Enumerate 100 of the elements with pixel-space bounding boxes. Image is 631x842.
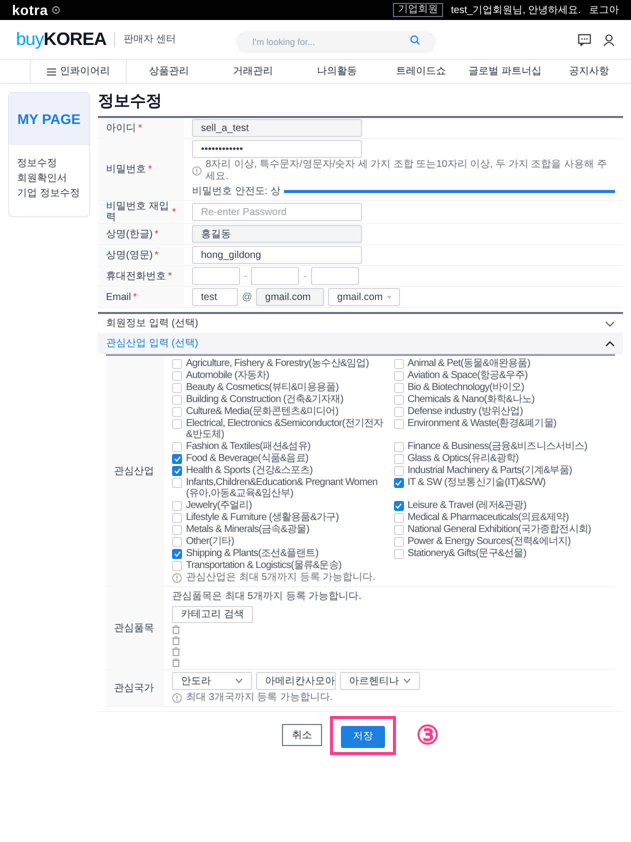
dash-text: -: [303, 270, 307, 284]
checkbox[interactable]: [172, 383, 182, 393]
chevron-down-icon: [403, 678, 411, 684]
checkbox[interactable]: [394, 501, 404, 511]
strength-label: 비밀번호 안전도: 상: [192, 185, 280, 199]
field-label: 관심산업: [114, 466, 154, 476]
input-field[interactable]: Re-enter Password: [192, 203, 362, 221]
chevron-down-icon: [605, 320, 615, 328]
field-label: 휴대전화번호: [106, 270, 166, 282]
field-label: Email: [106, 292, 132, 302]
nav-link[interactable]: 상품관리: [127, 64, 211, 79]
input-field[interactable]: sell_a_test: [192, 119, 362, 137]
required-mark: *: [168, 270, 172, 282]
checkbox[interactable]: [394, 442, 404, 452]
required-mark: *: [154, 228, 159, 240]
input-field[interactable]: [192, 267, 240, 285]
checkbox[interactable]: [172, 466, 182, 476]
sidebar-link[interactable]: 회원확인서: [17, 172, 81, 185]
greeting-text: test_기업회원님, 안녕하세요.: [450, 4, 581, 18]
check-icon: [174, 551, 180, 557]
checkbox[interactable]: [172, 359, 182, 369]
checkbox-label: Stationery& Gifts(문구&선물): [408, 548, 526, 559]
nav-link[interactable]: 나의활동: [295, 64, 379, 79]
trash-icon: [172, 636, 180, 645]
input-field[interactable]: [310, 267, 359, 285]
checkbox-label: Aviation & Space(항공&우주): [408, 370, 528, 381]
dropdown[interactable]: gmail.com: [328, 288, 400, 306]
nav-link[interactable]: 글로벌 파트너십: [463, 64, 547, 79]
nav-link[interactable]: 트레이드쇼: [379, 64, 463, 79]
accordion-header[interactable]: 관심산업 입력 (선택): [98, 334, 623, 354]
checkbox[interactable]: [394, 371, 404, 381]
cancel-button[interactable]: 취소: [282, 724, 322, 746]
hint-text: 8자리 이상, 특수문자/영문자/숫자 세 가지 조합 또는10자리 이상, 두 가지 조합을 사용해 주세요.: [206, 159, 608, 183]
checkbox[interactable]: [394, 549, 404, 559]
checkbox[interactable]: [394, 359, 404, 369]
check-icon: [395, 503, 402, 509]
at-sign: @: [242, 290, 252, 304]
member-badge: 기업회원: [392, 3, 443, 17]
info-icon: [192, 166, 202, 176]
nav-link[interactable]: 공지사항: [547, 64, 631, 79]
checkbox[interactable]: [172, 371, 182, 381]
required-mark: *: [172, 206, 176, 218]
input-field[interactable]: hong_gildong: [192, 246, 362, 264]
field-label: 관심국가: [114, 682, 154, 694]
checkbox[interactable]: [394, 395, 404, 405]
checkbox[interactable]: [172, 395, 182, 405]
checkbox[interactable]: [172, 537, 182, 547]
checkbox[interactable]: [172, 419, 182, 429]
input-field[interactable]: [251, 267, 300, 285]
checkbox[interactable]: [394, 478, 404, 488]
dropdown[interactable]: 안도라: [172, 672, 252, 690]
checkbox[interactable]: [394, 537, 404, 547]
hint-text: 관심품목은 최대 5개까지 등록 가능합니다.: [172, 590, 362, 604]
search-field[interactable]: I'm looking for...: [236, 30, 436, 52]
required-mark: *: [154, 250, 159, 260]
checkbox[interactable]: [172, 407, 182, 417]
save-button[interactable]: 저장: [341, 726, 385, 748]
checkbox-label: Lifestyle & Furniture (생활용품&가구): [186, 512, 339, 523]
checkbox[interactable]: [394, 466, 404, 476]
sidebar-title: MY PAGE: [17, 110, 81, 128]
page-title: 정보수정: [98, 92, 163, 112]
dropdown[interactable]: 아메리칸사모아: [256, 672, 336, 690]
checkbox[interactable]: [172, 561, 182, 571]
checkbox-label: Infants,Children&Education& Pregnant Women (유아,아동&교육&임산부): [186, 477, 378, 499]
menu-button[interactable]: 인콰이어리: [30, 60, 127, 83]
checkbox-label: Culture& Media(문화콘텐츠&미디어): [186, 406, 338, 417]
password-field[interactable]: ••••••••••••: [192, 140, 362, 158]
checkbox[interactable]: [394, 419, 404, 429]
check-icon: [395, 480, 402, 486]
sidebar-link[interactable]: 정보수정: [17, 157, 81, 170]
checkbox[interactable]: [394, 407, 404, 417]
checkbox[interactable]: [172, 513, 182, 523]
checkbox[interactable]: [172, 525, 182, 535]
checkbox[interactable]: [394, 513, 404, 523]
nav-link[interactable]: 거래관리: [211, 64, 295, 79]
checkbox[interactable]: [172, 549, 182, 559]
field-label: 상명(한글): [106, 228, 153, 240]
checkbox[interactable]: [172, 478, 182, 488]
field-label: 비밀번호 재입력: [106, 201, 170, 223]
dropdown[interactable]: 아르헨티나: [340, 672, 420, 690]
checkbox[interactable]: [172, 454, 182, 464]
logout-link[interactable]: 로그아: [589, 2, 619, 18]
checkbox[interactable]: [394, 525, 404, 535]
search-icon: [410, 34, 420, 44]
checkbox-label: Shipping & Plants(조선&플랜트): [186, 548, 318, 559]
sidebar-link[interactable]: 기업 정보수정: [17, 187, 81, 200]
chevron-down-icon: [235, 678, 243, 684]
checkbox[interactable]: [394, 383, 404, 393]
checkbox[interactable]: [172, 501, 182, 511]
input-field[interactable]: gmail.com: [256, 288, 324, 306]
checkbox[interactable]: [172, 442, 182, 452]
checkbox-label: Medical & Pharmaceuticals(의료&제약): [408, 512, 569, 523]
checkbox-label: Metals & Minerals(금속&광물): [186, 524, 310, 535]
trash-icon: [172, 658, 180, 667]
checkbox-label: Beauty & Cosmetics(뷰티&미용용품): [186, 382, 339, 393]
checkbox[interactable]: [394, 454, 404, 464]
category-search-button[interactable]: 카테고리 검색: [172, 606, 253, 623]
input-field[interactable]: 홍길동: [192, 225, 362, 243]
kotra-logo: kotra: [12, 0, 48, 20]
input-field[interactable]: test: [192, 288, 238, 306]
